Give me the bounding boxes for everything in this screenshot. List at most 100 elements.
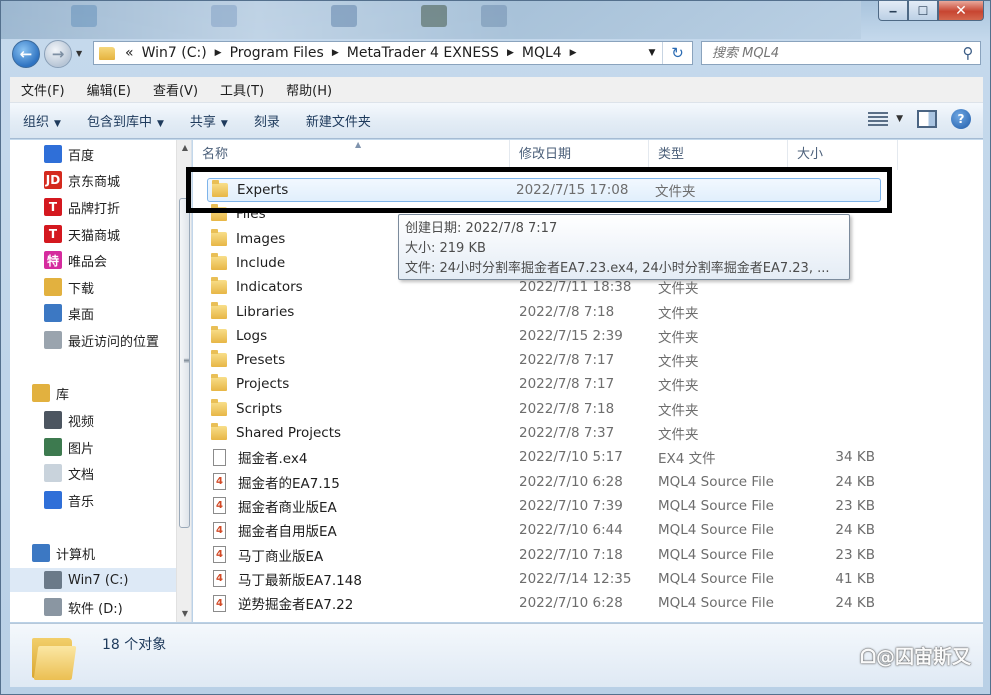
- nav-scrollbar[interactable]: ▲ ≡ ▼: [176, 140, 191, 622]
- nav-item[interactable]: 音乐: [10, 488, 176, 512]
- maximize-button[interactable]: ☐: [908, 1, 938, 21]
- column-size[interactable]: 大小: [788, 140, 898, 170]
- overflow-crumb[interactable]: «: [123, 45, 136, 61]
- nav-item[interactable]: 图片: [10, 435, 176, 459]
- chevron-right-icon[interactable]: ▶: [505, 48, 516, 58]
- menu-edit[interactable]: 编辑(E): [76, 80, 142, 99]
- search-input[interactable]: [702, 43, 956, 63]
- file-row[interactable]: Projects 2022/7/8 7:17 文件夹: [211, 372, 883, 396]
- nav-item[interactable]: 下载: [10, 275, 176, 299]
- nav-item[interactable]: 桌面: [10, 301, 176, 325]
- file-name: Scripts: [236, 400, 283, 417]
- nav-item[interactable]: 库: [10, 381, 176, 405]
- breadcrumb-program-files[interactable]: Program Files: [224, 45, 330, 61]
- nav-item[interactable]: JD 京东商城: [10, 168, 176, 192]
- breadcrumb-mql4[interactable]: MQL4: [516, 45, 568, 61]
- nav-item[interactable]: T 天猫商城: [10, 222, 176, 246]
- breadcrumb-drive[interactable]: Win7 (C:): [136, 45, 213, 61]
- search-icon[interactable]: ⚲: [956, 44, 980, 62]
- file-date: 2022/7/8 7:18: [519, 400, 615, 417]
- menu-help[interactable]: 帮助(H): [275, 80, 343, 99]
- mql4-file-icon: 4: [213, 521, 226, 539]
- folder-icon: [211, 374, 227, 392]
- help-icon[interactable]: ?: [951, 109, 971, 129]
- nav-item[interactable]: 文档: [10, 461, 176, 485]
- file-size: 23 KB: [835, 546, 875, 563]
- file-row[interactable]: 掘金者.ex4 2022/7/10 5:17 EX4 文件 34 KB: [211, 445, 883, 469]
- address-bar[interactable]: « Win7 (C:) ▶ Program Files ▶ MetaTrader…: [93, 41, 693, 65]
- mql4-file-icon: 4: [213, 594, 226, 612]
- file-type: 文件夹: [655, 184, 696, 200]
- nav-item[interactable]: 最近访问的位置: [10, 328, 176, 352]
- file-type: EX4 文件: [658, 451, 716, 468]
- chevron-right-icon[interactable]: ▶: [568, 48, 579, 58]
- file-row[interactable]: 4 逆势掘金者EA7.22 2022/7/10 6:28 MQL4 Source Fi…: [211, 591, 883, 615]
- file-row[interactable]: 4 掘金者的EA7.15 2022/7/10 6:28 MQL4 Source Fil…: [211, 470, 883, 494]
- file-name-cell: 4 马丁最新版EA7.148: [211, 569, 511, 589]
- file-date: 2022/7/10 7:39: [519, 497, 623, 514]
- chevron-down-icon: ▼: [896, 114, 903, 124]
- share-button[interactable]: 共享 ▼: [177, 111, 241, 130]
- column-date[interactable]: 修改日期: [510, 140, 649, 170]
- close-button[interactable]: ✕: [938, 1, 984, 21]
- file-name: 掘金者自用版EA: [238, 524, 337, 541]
- menu-file[interactable]: 文件(F): [10, 80, 76, 99]
- file-row[interactable]: Presets 2022/7/8 7:17 文件夹: [211, 348, 883, 372]
- column-type[interactable]: 类型: [649, 140, 788, 170]
- folder-icon: [211, 252, 227, 270]
- file-name: 逆势掘金者EA7.22: [238, 597, 354, 614]
- video-icon: [44, 411, 62, 429]
- file-row[interactable]: 4 掘金者自用版EA 2022/7/10 6:44 MQL4 Source File 2…: [211, 518, 883, 542]
- new-folder-button[interactable]: 新建文件夹: [293, 111, 384, 130]
- file-name-cell: Experts: [212, 180, 512, 198]
- chevron-down-icon: ▼: [54, 119, 61, 129]
- nav-item[interactable]: 特唯品会: [10, 248, 176, 272]
- change-view-button[interactable]: ▼: [868, 112, 903, 126]
- back-button[interactable]: ←: [12, 40, 40, 68]
- nav-item[interactable]: 计算机: [10, 541, 176, 565]
- column-name[interactable]: 名称: [193, 140, 510, 170]
- file-size: 24 KB: [835, 595, 875, 612]
- address-history-dropdown-icon[interactable]: ▼: [642, 48, 662, 58]
- file-name: Include: [236, 254, 286, 271]
- file-row[interactable]: Scripts 2022/7/8 7:18 文件夹: [211, 397, 883, 421]
- file-row[interactable]: Shared Projects 2022/7/8 7:37 文件夹: [211, 421, 883, 445]
- file-name-cell: Projects: [211, 374, 511, 393]
- nav-item-label: 软件 (D:): [68, 601, 123, 617]
- chevron-down-icon: ▼: [156, 119, 164, 129]
- recent-pages-dropdown-icon[interactable]: ▼: [76, 49, 82, 58]
- minimize-button[interactable]: ‒: [878, 1, 908, 21]
- file-row[interactable]: 4 马丁商业版EA 2022/7/10 7:18 MQL4 Source File 23…: [211, 543, 883, 567]
- organize-button[interactable]: 组织 ▼: [10, 111, 74, 130]
- file-name: Projects: [236, 376, 290, 393]
- include-in-library-button[interactable]: 包含到库中 ▼: [74, 111, 177, 130]
- file-row[interactable]: 4 马丁最新版EA7.148 2022/7/14 12:35 MQL4 Source …: [211, 567, 883, 591]
- nav-item[interactable]: 软件 (D:): [10, 595, 176, 619]
- burn-button[interactable]: 刻录: [241, 111, 293, 130]
- preview-pane-icon[interactable]: [917, 110, 937, 128]
- tmall-icon: T: [44, 198, 62, 216]
- chevron-right-icon[interactable]: ▶: [330, 48, 341, 58]
- nav-item[interactable]: T 品牌打折: [10, 195, 176, 219]
- mql4-file-icon: 4: [213, 570, 226, 588]
- chevron-right-icon[interactable]: ▶: [213, 48, 224, 58]
- file-name-cell: 4 掘金者的EA7.15: [211, 472, 511, 492]
- file-date: 2022/7/8 7:17: [519, 376, 615, 393]
- file-row[interactable]: Experts 2022/7/15 17:08 文件夹: [207, 178, 881, 202]
- breadcrumb-metatrader[interactable]: MetaTrader 4 EXNESS: [341, 45, 505, 61]
- file-row[interactable]: 4 掘金者商业版EA 2022/7/10 7:39 MQL4 Source File 2…: [211, 494, 883, 518]
- refresh-icon[interactable]: ↻: [662, 42, 692, 64]
- scroll-up-icon[interactable]: ▲: [177, 140, 191, 156]
- music-icon: [44, 491, 62, 509]
- menu-view[interactable]: 查看(V): [142, 80, 209, 99]
- forward-button[interactable]: →: [44, 40, 72, 68]
- scroll-thumb[interactable]: ≡: [179, 198, 190, 528]
- file-row[interactable]: Logs 2022/7/15 2:39 文件夹: [211, 324, 883, 348]
- nav-item[interactable]: 视频: [10, 408, 176, 432]
- scroll-down-icon[interactable]: ▼: [177, 606, 191, 622]
- nav-item[interactable]: Win7 (C:): [10, 568, 176, 592]
- menu-tools[interactable]: 工具(T): [209, 80, 275, 99]
- file-row[interactable]: Libraries 2022/7/8 7:18 文件夹: [211, 300, 883, 324]
- file-date: 2022/7/10 6:28: [519, 595, 623, 612]
- nav-item[interactable]: 百度: [10, 142, 176, 166]
